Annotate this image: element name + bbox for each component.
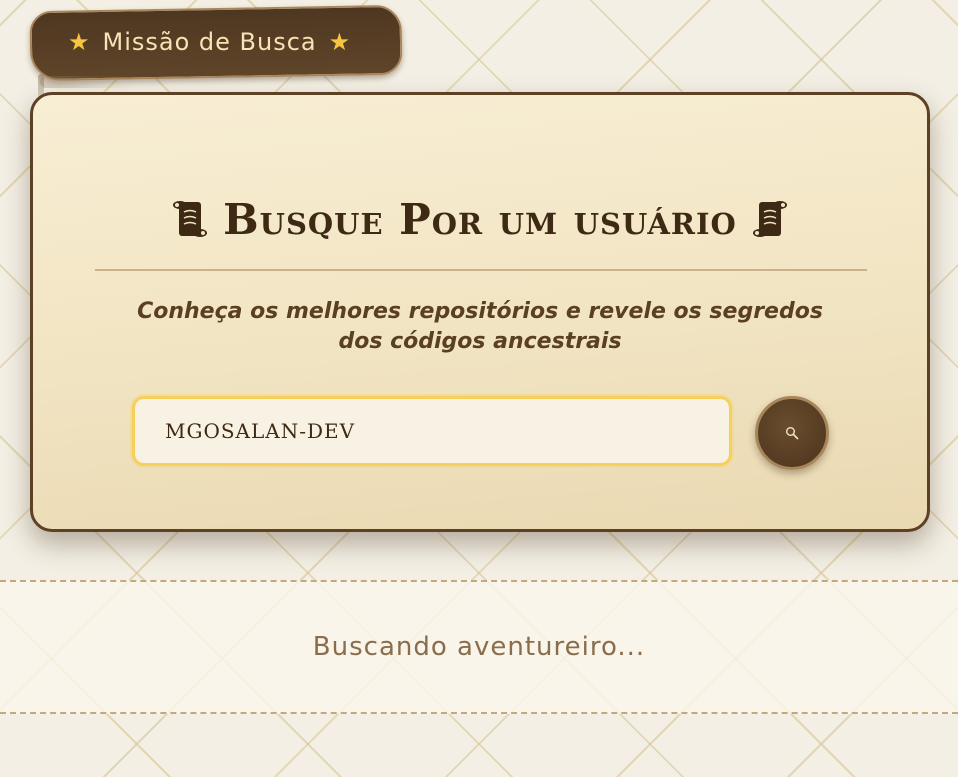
page-title-text: Busque Por um usuário xyxy=(223,195,737,244)
search-icon xyxy=(786,427,799,440)
star-icon: ★ xyxy=(68,28,91,56)
scroll-icon xyxy=(752,201,787,237)
star-icon: ★ xyxy=(328,28,352,56)
title-divider xyxy=(95,269,867,271)
scroll-icon xyxy=(173,201,208,237)
page-title: Busque Por um usuário xyxy=(33,195,927,244)
search-button[interactable] xyxy=(755,396,829,470)
mission-tag-text: ★ Missão de Busca ★ xyxy=(68,28,351,56)
loading-section: Buscando aventureiro... xyxy=(0,580,958,714)
tag-shadow xyxy=(40,76,135,88)
subtitle: Conheça os melhores repositórios e revel… xyxy=(137,299,823,354)
mission-tag-label: Missão de Busca xyxy=(102,28,317,56)
mission-tag: ★ Missão de Busca ★ xyxy=(29,4,403,82)
search-input[interactable] xyxy=(132,396,732,466)
loading-status-text: Buscando aventureiro... xyxy=(312,632,646,662)
search-card: Busque Por um usuário Conheça os melhore… xyxy=(30,92,930,532)
